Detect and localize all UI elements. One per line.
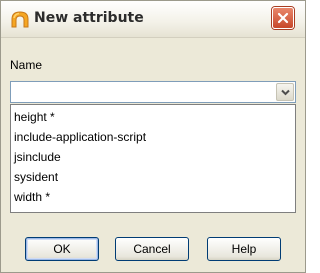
list-item[interactable]: sysident <box>13 167 292 187</box>
close-icon <box>277 12 289 24</box>
cancel-button[interactable]: Cancel <box>115 237 189 261</box>
ok-button[interactable]: OK <box>25 237 99 261</box>
title-bar[interactable]: New attribute <box>1 1 305 38</box>
name-combobox[interactable] <box>10 81 296 103</box>
help-button[interactable]: Help <box>207 237 281 261</box>
name-options-list: height * include-application-script jsin… <box>10 104 296 213</box>
name-label: Name <box>10 58 43 72</box>
dropdown-toggle-button[interactable] <box>276 83 294 101</box>
close-button[interactable] <box>272 7 294 29</box>
list-item[interactable]: include-application-script <box>13 127 292 147</box>
chevron-down-icon <box>281 89 290 96</box>
list-item[interactable]: height * <box>13 107 292 127</box>
app-icon <box>10 10 30 28</box>
list-item[interactable]: jsinclude <box>13 147 292 167</box>
name-input[interactable] <box>13 84 272 100</box>
list-item[interactable]: width * <box>13 187 292 207</box>
new-attribute-dialog: New attribute Name height * include-appl… <box>0 0 306 273</box>
dialog-title: New attribute <box>34 10 144 26</box>
